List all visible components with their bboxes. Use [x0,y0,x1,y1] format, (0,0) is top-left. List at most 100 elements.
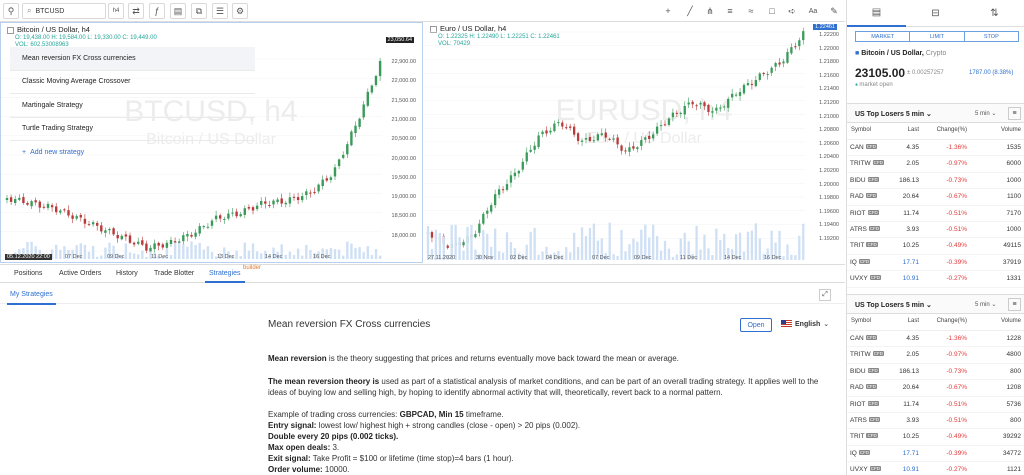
add-strategy-button[interactable]: + Add new strategy [10,141,255,163]
table-row[interactable]: TRITW CFD 2.05 -0.97% 6000 [847,156,1024,173]
layout-icon[interactable]: ⧉ [191,3,207,19]
candle-body [55,206,58,213]
tab-my-strategies[interactable]: My Strategies [7,291,56,305]
col-volume[interactable]: Volume [1001,318,1021,324]
volume-bar [565,247,568,260]
symbol-search-input[interactable]: ⌕ BTCUSD [22,3,106,19]
order-type-market[interactable]: MARKET [855,31,911,42]
order-change-raw: ± 0.00257257 [907,70,944,76]
watchlist-tab-icon[interactable]: ⊟ [906,0,965,27]
x-tick-label: 09 Dec [107,254,125,260]
tab-trade-blotter[interactable]: Trade Blotter [154,270,194,277]
candle-body [149,247,152,252]
entry-line: Entry signal: lowest low/ highest high +… [268,421,581,430]
order-volume-line: Order volume: 10000. [268,465,350,474]
table-row[interactable]: TRIT CFD 10.25 -0.49% 39292 [847,429,1024,446]
col-last[interactable]: Last [908,127,919,133]
pitchfork-icon[interactable]: ⋔ [702,3,718,19]
table-row[interactable]: CAN CFD 4.35 -1.36% 1228 [847,331,1024,348]
table-row[interactable]: IQ CFD 17.71 -0.39% 37919 [847,255,1024,272]
menu-icon[interactable]: ≡ [1008,107,1021,120]
table-row[interactable]: TRITW CFD 2.05 -0.97% 4800 [847,347,1024,364]
language-select[interactable]: English ⌄ [781,320,829,328]
interval-select[interactable]: 5 min ⌄ [975,110,996,117]
table-row[interactable]: UVXY CFD 10.91 -0.27% 1121 [847,462,1024,475]
template-icon[interactable]: ☰ [212,3,228,19]
trendline-icon[interactable]: ╱ [682,3,698,19]
eurusd-chart[interactable]: EURUSD, h4 Euro / US Dollar Euro / US Do… [424,22,845,263]
tab-active-orders[interactable]: Active Orders [59,270,101,277]
brush-icon[interactable]: ≈ [743,3,759,19]
open-strategy-button[interactable]: Open [740,318,772,332]
pencil-icon[interactable]: ✎ [826,3,842,19]
candle-body [71,215,74,219]
candle-body [301,196,304,201]
col-symbol[interactable]: Symbol [851,318,871,324]
candle-body [284,202,287,205]
widget-title[interactable]: US Top Losers 5 min ⌄ [855,110,932,118]
table-row[interactable]: UVXY CFD 10.91 -0.27% 1331 [847,271,1024,288]
table-row[interactable]: IQ CFD 17.71 -0.39% 34772 [847,446,1024,463]
table-row[interactable]: RAD CFD 20.64 -0.67% 1208 [847,380,1024,397]
right-tabs: ▤ ⊟ ⇅ [847,0,1024,27]
crosshair-icon[interactable]: + [660,3,676,19]
gear-icon[interactable]: ⚙ [232,3,248,19]
tab-strategies[interactable]: Strategies [205,270,245,283]
example-line: Example of trading cross currencies: GBP… [268,410,504,419]
strategy-item[interactable]: Turtle Trading Strategy [10,118,255,141]
table-row[interactable]: RIOT CFD 11.74 -0.51% 7170 [847,206,1024,222]
text-icon[interactable]: Aa [805,3,821,19]
menu-icon[interactable]: ≡ [1008,298,1021,311]
candle-body [120,235,123,240]
widget-title[interactable]: US Top Losers 5 min ⌄ [855,301,932,309]
y-tick-label: 18,500.00 [391,213,416,220]
cell-last: 186.13 [899,176,919,184]
col-volume[interactable]: Volume [1001,127,1021,133]
table-row[interactable]: BIDU CFD 186.13 -0.73% 1000 [847,173,1024,190]
alerts-tab-icon[interactable]: ⇅ [965,0,1024,27]
arrow-icon[interactable]: ➪ [784,3,800,19]
order-type-limit[interactable]: LIMIT [909,31,965,42]
candle-body [490,205,493,212]
table-row[interactable]: CAN CFD 4.35 -1.36% 1535 [847,140,1024,157]
candle-body [521,161,524,170]
strategy-item[interactable]: Mean reversion FX Cross currencies [10,47,255,71]
interval-select[interactable]: 5 min ⌄ [975,301,996,308]
candle-body [87,224,91,226]
table-row[interactable]: BIDU CFD 186.13 -0.73% 800 [847,364,1024,381]
y-tick-label: 1.20600 [819,140,839,147]
order-type-stop[interactable]: STOP [963,31,1019,42]
volume-bar [132,253,136,259]
table-row[interactable]: RAD CFD 20.64 -0.67% 1100 [847,189,1024,206]
folder-icon: ■ [855,50,860,57]
chart-type-icon[interactable]: ▤ [170,3,186,19]
cell-last: 2.05 [906,351,919,359]
volume-bar [370,255,374,259]
col-last[interactable]: Last [908,318,919,324]
fib-icon[interactable]: ≡ [722,3,738,19]
col-change[interactable]: Change(%) [937,318,967,324]
table-row[interactable]: ATRS CFD 3.93 -0.51% 1000 [847,222,1024,239]
interval-button[interactable]: h4 [108,3,124,19]
compare-icon[interactable]: ⇄ [128,3,144,19]
candle-body [194,232,197,237]
indicators-icon[interactable]: ƒ [149,3,165,19]
y-tick-label: 1.20800 [819,127,839,134]
rectangle-icon[interactable]: □ [764,3,780,19]
volume-bar [342,255,345,259]
cfd-badge: CFD [865,335,877,340]
table-row[interactable]: TRIT CFD 10.25 -0.49% 49115 [847,238,1024,255]
link-icon[interactable]: ⚲ [3,3,19,19]
table-row[interactable]: RIOT CFD 11.74 -0.51% 5736 [847,397,1024,413]
cfd-badge: CFD [867,209,879,215]
tab-positions[interactable]: Positions [14,270,42,277]
col-change[interactable]: Change(%) [937,127,967,133]
chevron-down-icon: ⌄ [823,321,830,328]
expand-icon[interactable]: ⤢ [819,289,831,301]
table-row[interactable]: ATRS CFD 3.93 -0.51% 800 [847,413,1024,430]
order-tab-icon[interactable]: ▤ [847,0,906,27]
strategy-item[interactable]: Classic Moving Average Crossover [10,71,255,94]
col-symbol[interactable]: Symbol [851,127,871,133]
tab-history[interactable]: History [116,270,138,277]
strategy-item[interactable]: Martingale Strategy [10,94,255,118]
